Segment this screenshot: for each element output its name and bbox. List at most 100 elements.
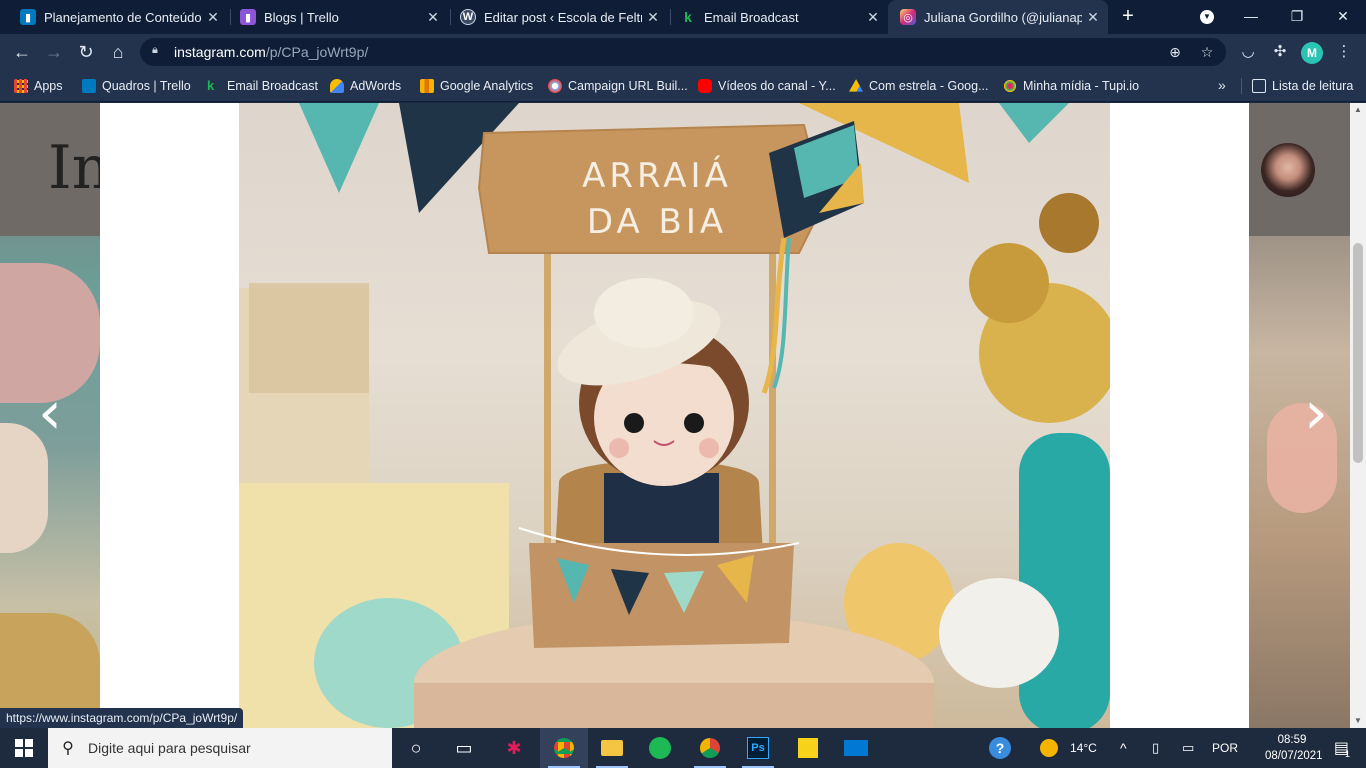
tab-title: Editar post ‹ Escola de Feltro — [484, 9, 642, 25]
post-photo[interactable]: ARRAIÁ DA BIA — [239, 103, 1110, 728]
reading-list-icon — [1252, 79, 1266, 93]
file-explorer-icon[interactable] — [588, 728, 636, 768]
tab-title: Blogs | Trello — [264, 9, 339, 25]
search-icon: ⚲ — [62, 740, 74, 757]
help-icon[interactable]: ? — [976, 728, 1024, 768]
address-bar[interactable]: 🔒︎ instagram.com/p/CPa_joWrt9p/ ⊕ ☆ — [140, 38, 1226, 66]
tab-search-button[interactable]: ▼ — [1184, 0, 1230, 34]
trello-icon: ▮ — [240, 9, 256, 25]
bookmark-email-broadcast[interactable]: k Email Broadcast — [207, 77, 318, 95]
tab-instagram[interactable]: ◎ Juliana Gordilho (@julianapg ✕ — [888, 0, 1108, 34]
weather-temperature: 14°C — [1070, 741, 1097, 755]
cortana-button[interactable]: ○ — [392, 728, 440, 768]
adwords-icon — [330, 79, 344, 93]
reload-button[interactable]: ↻ — [74, 40, 98, 64]
photoshop-icon[interactable]: Ps — [734, 728, 782, 768]
bookmark-com-estrela[interactable]: Com estrela - Goog... — [849, 77, 989, 95]
tab-email-broadcast[interactable]: k Email Broadcast ✕ — [668, 0, 888, 34]
bookmark-videos-canal[interactable]: Vídeos do canal - Y... — [698, 77, 836, 95]
scroll-up-icon[interactable]: ▲ — [1350, 103, 1366, 117]
spotify-icon[interactable] — [636, 728, 684, 768]
close-icon[interactable]: ✕ — [642, 9, 664, 26]
clock-date: 08/07/2021 — [1265, 750, 1323, 762]
bookmark-quadros-trello[interactable]: Quadros | Trello — [82, 77, 191, 95]
drive-icon — [849, 79, 863, 92]
bookmark-minha-midia[interactable]: Minha mídia - Tupi.io — [1003, 77, 1139, 95]
tab-title: Planejamento de Conteúdo | — [44, 9, 202, 25]
tab-planejamento[interactable]: ▮ Planejamento de Conteúdo | ✕ — [8, 0, 228, 34]
trello-icon — [82, 79, 96, 93]
bookmark-apps[interactable]: Apps — [14, 77, 63, 95]
tray-overflow-icon[interactable]: ^ — [1120, 728, 1127, 768]
notification-center-button[interactable]: ▤ 1 — [1322, 728, 1362, 768]
campaign-icon — [548, 79, 562, 93]
close-icon[interactable]: ✕ — [1082, 9, 1104, 26]
bookmarks-overflow-icon[interactable]: » — [1218, 77, 1226, 93]
bookmarks-bar: Apps Quadros | Trello k Email Broadcast … — [0, 70, 1366, 102]
status-url-bubble: https://www.instagram.com/p/CPa_joWrt9p/ — [0, 708, 244, 728]
windows-start-button[interactable] — [0, 728, 48, 768]
notification-count: 1 — [1345, 749, 1351, 759]
new-tab-button[interactable]: + — [1116, 5, 1140, 29]
youtube-icon — [698, 79, 712, 93]
tab-editar-post[interactable]: W Editar post ‹ Escola de Feltro ✕ — [448, 0, 668, 34]
language-indicator[interactable]: POR — [1212, 728, 1238, 768]
profile-avatar[interactable]: M — [1301, 42, 1323, 64]
page-scrollbar[interactable]: ▲ ▼ — [1350, 103, 1366, 728]
taskbar: ⚲ Digite aqui para pesquisar ○ ▭ ✱ Ps ? … — [0, 728, 1366, 768]
bookmark-adwords[interactable]: AdWords — [330, 77, 401, 95]
clock-time: 08:59 — [1277, 734, 1307, 746]
apps-grid-icon — [14, 79, 28, 93]
bookmark-star-icon[interactable]: ☆ — [1198, 43, 1216, 61]
k-icon: k — [684, 9, 692, 25]
sticky-notes-icon[interactable] — [784, 728, 832, 768]
avatar — [1261, 143, 1315, 197]
address-url: instagram.com/p/CPa_joWrt9p/ — [174, 44, 369, 60]
mail-icon[interactable] — [832, 728, 880, 768]
chrome-icon[interactable] — [540, 728, 588, 768]
network-icon[interactable]: ▭ — [1182, 728, 1194, 768]
extensions-icon[interactable]: ✣ — [1270, 42, 1290, 62]
post-modal: ARRAIÁ DA BIA — [100, 103, 1249, 728]
home-button[interactable]: ⌂ — [106, 40, 130, 64]
taskbar-search-placeholder: Digite aqui para pesquisar — [88, 740, 251, 756]
scroll-down-icon[interactable]: ▼ — [1350, 714, 1366, 728]
analytics-icon — [420, 79, 434, 93]
minimize-button[interactable]: — — [1228, 0, 1274, 34]
tab-blogs-trello[interactable]: ▮ Blogs | Trello ✕ — [228, 0, 448, 34]
chevron-down-icon: ▼ — [1200, 10, 1214, 24]
wordpress-icon: W — [460, 9, 476, 25]
zoom-icon[interactable]: ⊕ — [1166, 43, 1184, 61]
sign-line-2: DA BIA — [587, 202, 727, 242]
close-icon[interactable]: ✕ — [862, 9, 884, 26]
close-icon[interactable]: ✕ — [422, 9, 444, 26]
back-button[interactable]: ← — [10, 40, 34, 64]
k-icon: k — [207, 78, 215, 93]
toolbar: ← → ↻ ⌂ 🔒︎ instagram.com/p/CPa_joWrt9p/ … — [0, 34, 1366, 70]
page-viewport: In ARRAIÁ DA BIA ‹ › — [0, 103, 1350, 728]
pocket-icon[interactable]: ◡ — [1238, 42, 1258, 62]
slack-icon[interactable]: ✱ — [490, 728, 538, 768]
next-post-arrow[interactable]: › — [1296, 383, 1336, 443]
tupi-icon — [1003, 79, 1017, 93]
close-window-button[interactable]: ✕ — [1320, 0, 1366, 34]
forward-button[interactable]: → — [42, 40, 66, 64]
sign-line-1: ARRAIÁ — [582, 155, 732, 196]
restore-button[interactable]: ❐ — [1274, 0, 1320, 34]
battery-icon[interactable]: ▯ — [1152, 728, 1159, 768]
bookmark-google-analytics[interactable]: Google Analytics — [420, 77, 533, 95]
system-clock[interactable]: 08:59 08/07/2021 — [1265, 732, 1323, 764]
taskbar-search-box[interactable]: ⚲ Digite aqui para pesquisar — [48, 728, 392, 768]
weather-widget[interactable]: 14°C — [1040, 728, 1097, 768]
menu-kebab-icon[interactable]: ⋮ — [1334, 42, 1354, 62]
felt-doll-photo: ARRAIÁ DA BIA — [239, 103, 1110, 728]
lock-icon: 🔒︎ — [152, 44, 158, 56]
trello-icon: ▮ — [20, 9, 36, 25]
close-icon[interactable]: ✕ — [202, 9, 224, 26]
scrollbar-thumb[interactable] — [1353, 243, 1363, 463]
reading-list-button[interactable]: Lista de leitura — [1252, 77, 1353, 95]
task-view-button[interactable]: ▭ — [440, 728, 488, 768]
bookmark-campaign-url-builder[interactable]: Campaign URL Buil... — [548, 77, 688, 95]
chrome-profile-icon[interactable] — [686, 728, 734, 768]
previous-post-arrow[interactable]: ‹ — [30, 383, 70, 443]
